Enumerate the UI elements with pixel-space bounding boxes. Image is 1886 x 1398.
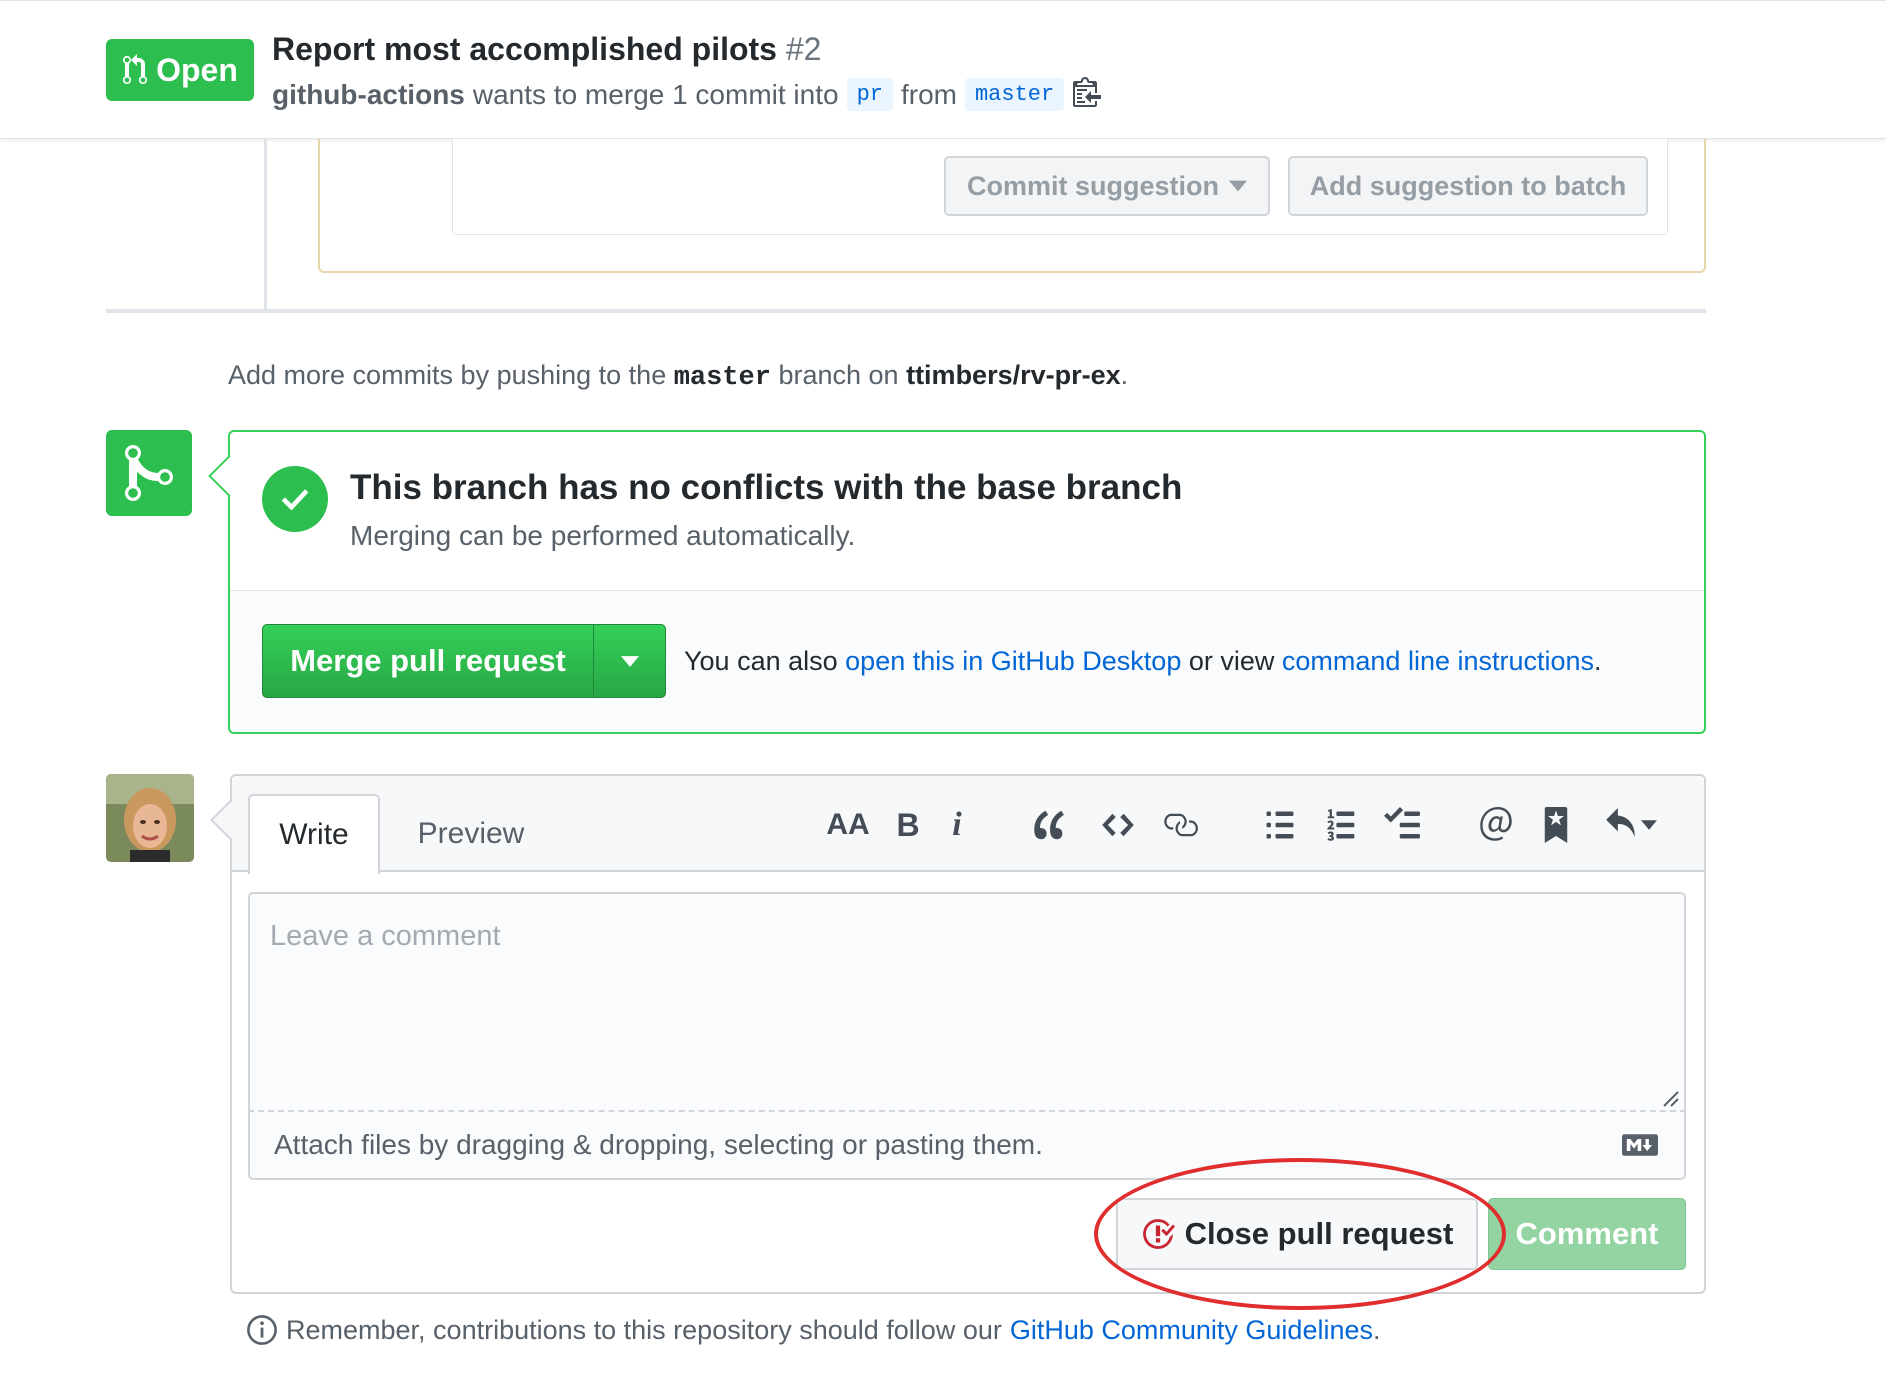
bold-icon[interactable]: B xyxy=(888,800,928,850)
git-merge-icon xyxy=(125,444,173,502)
command-line-instructions-link[interactable]: command line instructions xyxy=(1282,646,1594,676)
caret-down-icon xyxy=(620,655,639,667)
push-note: Add more commits by pushing to the maste… xyxy=(228,360,1128,393)
pr-state-label: Open xyxy=(156,51,238,88)
open-github-desktop-link[interactable]: open this in GitHub Desktop xyxy=(845,646,1181,676)
add-suggestion-to-batch-button[interactable]: Add suggestion to batch xyxy=(1288,156,1648,216)
merge-button-label: Merge pull request xyxy=(290,643,566,678)
git-pull-request-icon xyxy=(123,54,148,85)
head-branch-label[interactable]: master xyxy=(964,78,1065,111)
tasklist-glyph xyxy=(1384,807,1420,839)
merge-method-dropdown[interactable] xyxy=(593,625,665,697)
reply-icon[interactable] xyxy=(1598,800,1662,850)
commit-suggestion-button[interactable]: Commit suggestion xyxy=(944,156,1270,216)
merge-pull-request-button[interactable]: Merge pull request xyxy=(262,624,666,698)
pr-sticky-header: Open Report most accomplished pilots #2 … xyxy=(0,0,1886,139)
check-icon xyxy=(281,489,309,510)
resize-handle-icon[interactable] xyxy=(1660,1088,1680,1108)
pr-number: #2 xyxy=(785,31,822,67)
comment-textarea[interactable]: Leave a comment xyxy=(248,892,1686,1110)
markdown-icon[interactable] xyxy=(1620,1133,1660,1157)
tab-preview[interactable]: Preview xyxy=(396,794,546,874)
add-suggestion-label: Add suggestion to batch xyxy=(1309,170,1627,201)
merge-period: . xyxy=(1594,646,1602,676)
merge-status-icon-box xyxy=(106,430,192,516)
timeline-line xyxy=(264,139,267,311)
mention-glyph xyxy=(1480,807,1512,841)
close-pull-request-button[interactable]: Close pull request xyxy=(1116,1198,1478,1270)
merge-or-view-text: or view xyxy=(1188,646,1275,676)
pr-title: Report most accomplished pilots #2 xyxy=(272,31,821,68)
timeline-divider xyxy=(106,309,1706,313)
bookmark-glyph xyxy=(1544,807,1568,843)
merge-subheading: Merging can be performed automatically. xyxy=(350,520,856,551)
attach-files-text: Attach files by dragging & dropping, sel… xyxy=(274,1129,1043,1160)
merge-alt-text: You can also open this in GitHub Desktop… xyxy=(684,646,1602,677)
copy-branch-button[interactable] xyxy=(1072,75,1102,114)
pr-state-badge: Open xyxy=(106,39,254,101)
saved-reply-icon[interactable] xyxy=(1536,800,1576,850)
ol-glyph xyxy=(1327,809,1355,841)
community-guidelines-note: Remember, contributions to this reposito… xyxy=(246,1314,1381,1346)
commit-suggestion-label: Commit suggestion xyxy=(966,170,1219,201)
link-icon[interactable] xyxy=(1158,800,1202,850)
pr-author-link[interactable]: github-actions xyxy=(272,79,465,111)
quote-icon[interactable] xyxy=(1028,800,1072,850)
code-glyph xyxy=(1102,813,1134,837)
pr-meta: github-actions wants to merge 1 commit i… xyxy=(272,75,1102,114)
tab-write[interactable]: Write xyxy=(248,794,380,874)
link-glyph xyxy=(1164,813,1198,837)
mention-icon[interactable] xyxy=(1474,800,1518,850)
issue-closed-icon xyxy=(1142,1219,1175,1249)
push-note-middle: branch on xyxy=(778,360,899,390)
base-branch-label[interactable]: pr xyxy=(846,78,893,111)
push-note-repo: ttimbers/rv-pr-ex xyxy=(906,360,1121,390)
close-pull-request-label: Close pull request xyxy=(1184,1216,1454,1251)
push-note-branch: master xyxy=(673,363,771,393)
guidelines-period: . xyxy=(1373,1314,1381,1345)
pr-merge-text: wants to merge 1 commit into xyxy=(472,78,839,110)
reply-glyph xyxy=(1606,808,1635,837)
info-icon xyxy=(247,1315,277,1345)
comment-submit-button[interactable]: Comment xyxy=(1488,1198,1686,1270)
clipboard-icon xyxy=(1073,77,1102,107)
community-guidelines-link[interactable]: GitHub Community Guidelines xyxy=(1010,1315,1373,1346)
ordered-list-icon[interactable] xyxy=(1320,800,1364,850)
italic-icon[interactable]: i xyxy=(940,800,974,850)
task-list-icon[interactable] xyxy=(1380,800,1424,850)
caret-down-icon xyxy=(1229,180,1247,192)
quote-glyph xyxy=(1034,810,1064,840)
guidelines-text: Remember, contributions to this reposito… xyxy=(286,1314,1002,1345)
caret-down-icon xyxy=(1641,820,1657,830)
merge-also-text: You can also xyxy=(684,646,838,676)
unordered-list-icon[interactable] xyxy=(1258,800,1302,850)
push-note-prefix: Add more commits by pushing to the xyxy=(228,360,667,390)
user-avatar-image xyxy=(106,774,194,862)
merge-heading: This branch has no conflicts with the ba… xyxy=(350,468,1183,507)
push-note-suffix: . xyxy=(1120,360,1129,390)
avatar[interactable] xyxy=(106,774,194,862)
merge-check-badge xyxy=(262,466,328,532)
pr-title-text: Report most accomplished pilots xyxy=(272,31,777,67)
file-attachment-bar[interactable]: Attach files by dragging & dropping, sel… xyxy=(248,1110,1686,1180)
pr-from-text: from xyxy=(900,78,957,110)
text-size-icon[interactable]: AA xyxy=(820,800,876,850)
ul-glyph xyxy=(1266,811,1294,839)
code-icon[interactable] xyxy=(1096,800,1140,850)
